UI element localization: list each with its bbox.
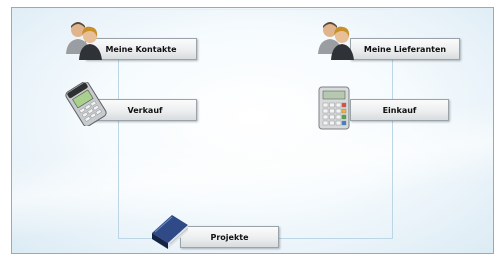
contacts-label: Meine Kontakte — [105, 44, 177, 54]
purchase-label: Einkauf — [382, 105, 417, 115]
sales-label: Verkauf — [127, 105, 163, 115]
people-icon — [317, 20, 355, 60]
connector-line-right — [392, 48, 393, 238]
connector-line-top — [118, 9, 393, 10]
people-icon — [65, 20, 103, 60]
purchase-button[interactable]: Einkauf — [350, 99, 449, 121]
payment-terminal-icon — [64, 81, 108, 127]
book-icon — [148, 211, 192, 251]
calculator-icon — [318, 86, 350, 130]
suppliers-label: Meine Lieferanten — [363, 44, 447, 54]
suppliers-button[interactable]: Meine Lieferanten — [350, 38, 460, 60]
projects-label: Projekte — [210, 232, 249, 242]
sales-button[interactable]: Verkauf — [93, 99, 197, 121]
dashboard-panel: Meine Kontakte Meine Lieferanten Verkauf — [11, 7, 494, 254]
projects-button[interactable]: Projekte — [180, 226, 279, 248]
connector-line-left — [118, 48, 119, 238]
